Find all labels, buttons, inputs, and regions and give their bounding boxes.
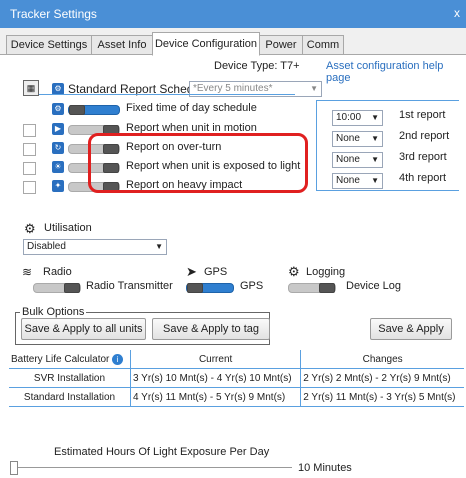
title-bar: Tracker Settings x (0, 0, 466, 28)
impact-checkbox[interactable] (23, 181, 36, 194)
fixed-schedule-toggle[interactable] (68, 105, 120, 115)
current-header: Current (129, 350, 302, 369)
row-changes: 2 Yr(s) 2 Mnt(s) - 2 Yr(s) 9 Mnt(s) (300, 368, 464, 388)
report-1-value: 10:00 (336, 112, 362, 123)
logging-toggle[interactable] (288, 283, 336, 293)
report-4-value: None (336, 175, 360, 186)
save-apply-button[interactable]: Save & Apply (370, 318, 452, 340)
save-apply-all-button[interactable]: Save & Apply to all units (21, 318, 146, 340)
row-name: SVR Installation (9, 368, 131, 388)
report-3-value: None (336, 154, 360, 165)
report-2-label: 2nd report (399, 130, 450, 142)
tab-device-settings[interactable]: Device Settings (6, 35, 92, 54)
report-3-label: 3rd report (399, 151, 447, 163)
divider (39, 94, 295, 96)
chevron-down-icon: ▼ (310, 84, 318, 93)
changes-header: Changes (300, 350, 464, 369)
tab-comm[interactable]: Comm (302, 35, 344, 54)
logging-title: Logging (306, 266, 346, 278)
device-type: Device Type: T7+ (214, 60, 300, 72)
clock-icon: ⚙ (52, 103, 64, 115)
tab-device-configuration[interactable]: Device Configuration (152, 32, 260, 56)
report-4-select[interactable]: None ▼ (332, 173, 383, 189)
overturn-checkbox[interactable] (23, 143, 36, 156)
report-1-label: 1st report (399, 109, 446, 121)
motion-icon: ▶ (52, 123, 64, 135)
light-icon: ☀ (52, 161, 64, 173)
battery-header-cell: Battery Life Calculator i (9, 350, 131, 369)
utilisation-icon: ⚙ (24, 221, 36, 236)
wifi-icon: ≋ (22, 265, 33, 279)
calendar-icon: ▦ (23, 80, 39, 96)
row-name: Standard Installation (9, 387, 131, 407)
battery-header: Battery Life Calculator (11, 353, 110, 365)
row-current: 4 Yr(s) 11 Mnt(s) - 5 Yr(s) 9 Mnt(s) (129, 387, 302, 407)
chevron-down-icon: ▼ (155, 242, 163, 251)
chevron-down-icon: ▼ (371, 176, 379, 185)
battery-table: Battery Life Calculator i Current Change… (9, 350, 464, 407)
gps-toggle[interactable] (186, 283, 234, 293)
help-link[interactable]: Asset configuration help page (326, 60, 466, 84)
row-changes: 2 Yr(s) 11 Mnt(s) - 3 Yr(s) 5 Mnt(s) (300, 387, 464, 407)
radio-toggle[interactable] (33, 283, 81, 293)
utilisation-select[interactable]: Disabled ▼ (23, 239, 167, 255)
report-4-label: 4th report (399, 172, 447, 184)
table-row: SVR Installation 3 Yr(s) 10 Mnt(s) - 4 Y… (9, 368, 464, 388)
report-1-select[interactable]: 10:00 ▼ (332, 110, 383, 126)
table-row: Standard Installation 4 Yr(s) 11 Mnt(s) … (9, 387, 464, 407)
schedule-value: *Every 5 minutes* (193, 83, 273, 94)
close-icon[interactable]: x (454, 6, 460, 20)
tab-asset-info[interactable]: Asset Info (91, 35, 153, 54)
highlight-box (88, 133, 308, 193)
gps-icon: ➤ (186, 264, 197, 279)
gear-icon: ⚙ (288, 264, 300, 279)
gps-label: GPS (240, 280, 264, 292)
table-header-row: Battery Life Calculator i Current Change… (9, 350, 464, 369)
light-exposure-value: 10 Minutes (298, 462, 352, 474)
logging-label: Device Log (346, 280, 402, 292)
light-exposure-label: Estimated Hours Of Light Exposure Per Da… (54, 446, 270, 458)
light-slider-thumb[interactable] (10, 461, 18, 475)
utilisation-value: Disabled (27, 241, 66, 252)
chevron-down-icon: ▼ (371, 134, 379, 143)
info-icon[interactable]: i (112, 353, 124, 365)
light-checkbox[interactable] (23, 162, 36, 175)
gps-title: GPS (204, 266, 228, 278)
report-3-select[interactable]: None ▼ (332, 152, 383, 168)
light-slider-track[interactable] (12, 467, 292, 468)
tab-bar: Device Settings Asset Info Device Config… (0, 28, 466, 56)
chevron-down-icon: ▼ (371, 155, 379, 164)
radio-label: Radio Transmitter (86, 280, 173, 292)
radio-title: Radio (43, 266, 72, 278)
utilisation-label: Utilisation (44, 222, 92, 234)
tab-power[interactable]: Power (259, 35, 303, 54)
overturn-icon: ↻ (52, 142, 64, 154)
motion-checkbox[interactable] (23, 124, 36, 137)
impact-icon: ✦ (52, 180, 64, 192)
chevron-down-icon: ▼ (371, 113, 379, 122)
report-2-value: None (336, 133, 360, 144)
option-fixed-schedule: Fixed time of day schedule (126, 102, 257, 114)
window-title: Tracker Settings (10, 7, 97, 21)
bulk-options-legend: Bulk Options (20, 306, 87, 318)
report-2-select[interactable]: None ▼ (332, 131, 383, 147)
save-apply-tag-button[interactable]: Save & Apply to tag (152, 318, 270, 340)
row-current: 3 Yr(s) 10 Mnt(s) - 4 Yr(s) 10 Mnt(s) (129, 368, 302, 388)
